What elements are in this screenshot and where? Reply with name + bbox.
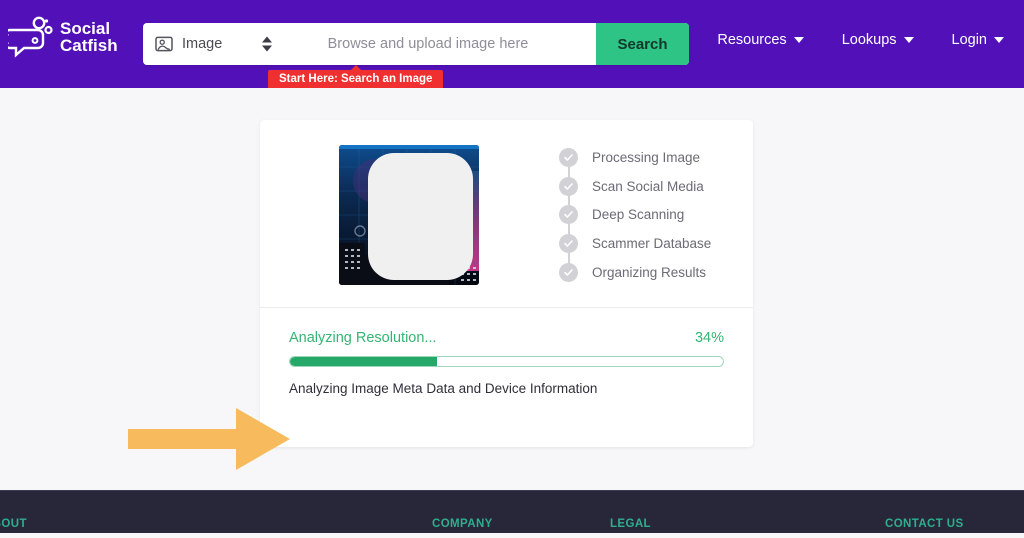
nav-label-lookups: Lookups <box>841 32 897 48</box>
image-icon <box>155 36 173 52</box>
card-top-section: Processing Image Scan Social Media Deep … <box>260 120 753 308</box>
footer-heading-about[interactable]: ABOUT <box>0 518 27 530</box>
brand-logo[interactable]: Social Catfish <box>8 16 118 58</box>
progress-header: Analyzing Resolution... 34% <box>289 330 724 346</box>
step-scammer-database: Scammer Database <box>559 229 739 258</box>
nav-label-resources: Resources <box>717 32 787 48</box>
up-down-arrows-icon[interactable] <box>262 36 272 52</box>
check-circle-icon <box>559 176 578 196</box>
footer-heading-legal[interactable]: LEGAL <box>610 518 651 530</box>
step-organizing-results: Organizing Results <box>559 258 739 287</box>
progress-section: Analyzing Resolution... 34% Analyzing Im… <box>260 308 753 396</box>
nav-label-login: Login <box>951 32 987 48</box>
progress-percent: 34% <box>694 330 724 346</box>
scan-progress-card: Processing Image Scan Social Media Deep … <box>260 120 753 447</box>
site-footer: ABOUT COMPANY LEGAL CONTACT US <box>0 490 1024 533</box>
search-bar[interactable]: Image Browse and upload image here Searc… <box>143 23 689 65</box>
step-scan-social-media: Scan Social Media <box>559 172 739 201</box>
chevron-down-icon <box>994 37 1004 43</box>
check-circle-icon <box>559 233 578 253</box>
scan-mask-overlay <box>368 153 473 280</box>
right-arrow-annotation-icon <box>128 406 290 472</box>
start-here-tooltip: Start Here: Search an Image <box>268 65 444 89</box>
footer-columns: ABOUT COMPANY LEGAL CONTACT US <box>0 518 1024 538</box>
footer-heading-company[interactable]: COMPANY <box>432 518 493 530</box>
brand-name: Social Catfish <box>60 19 118 55</box>
arrow-up-icon <box>262 36 272 43</box>
progress-subtitle: Analyzing Image Meta Data and Device Inf… <box>289 381 598 396</box>
footer-heading-contact-us[interactable]: CONTACT US <box>885 518 964 530</box>
step-label: Deep Scanning <box>592 207 685 223</box>
nav-item-lookups[interactable]: Lookups <box>842 32 914 48</box>
main-content: Processing Image Scan Social Media Deep … <box>0 88 1024 490</box>
step-label: Scammer Database <box>592 235 712 251</box>
arrow-down-icon <box>262 45 272 52</box>
step-label: Organizing Results <box>592 264 707 280</box>
main-nav: Resources Lookups Login <box>717 32 1004 48</box>
uploaded-image-preview <box>339 145 479 285</box>
progress-title: Analyzing Resolution... <box>289 330 437 346</box>
check-circle-icon <box>559 205 578 225</box>
nav-item-resources[interactable]: Resources <box>717 32 804 48</box>
search-type-value: Image <box>182 36 223 52</box>
step-processing-image: Processing Image <box>559 143 739 172</box>
step-deep-scanning: Deep Scanning <box>559 200 739 229</box>
step-label: Scan Social Media <box>592 178 704 194</box>
nav-item-login[interactable]: Login <box>952 32 1004 48</box>
speech-bubble-fish-logo-icon <box>8 16 54 58</box>
progress-bar <box>289 356 724 367</box>
progress-bar-fill <box>290 357 438 366</box>
check-circle-icon <box>559 262 578 282</box>
check-circle-icon <box>559 147 578 167</box>
scan-steps-list: Processing Image Scan Social Media Deep … <box>559 143 739 286</box>
upload-input[interactable]: Browse and upload image here <box>290 23 596 65</box>
search-type-select[interactable]: Image <box>143 23 290 65</box>
chevron-down-icon <box>903 37 914 43</box>
step-label: Processing Image <box>592 149 701 165</box>
site-header: Social Catfish Image Browse and upload i… <box>0 0 1024 89</box>
chevron-down-icon <box>793 37 804 43</box>
search-button[interactable]: Search <box>596 23 689 65</box>
